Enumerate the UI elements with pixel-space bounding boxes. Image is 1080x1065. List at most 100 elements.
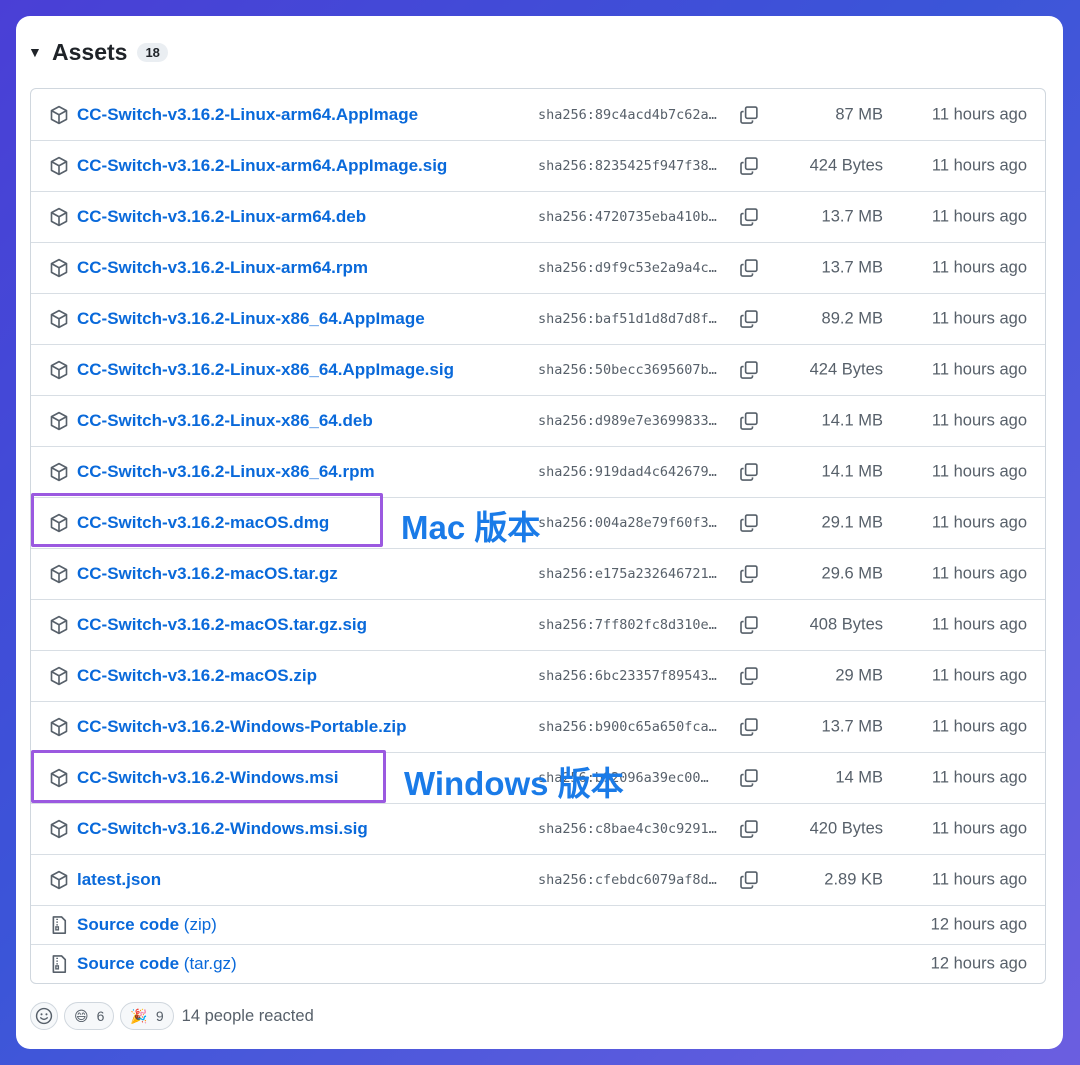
asset-timestamp: 11 hours ago: [931, 666, 1027, 685]
asset-timestamp: 11 hours ago: [931, 819, 1027, 838]
asset-sha256: sha256:c8bae4c30c9291…: [538, 821, 717, 837]
copy-icon[interactable]: [739, 207, 759, 227]
package-icon: [49, 258, 69, 278]
reaction-hooray-button[interactable]: 🎉 9: [120, 1002, 174, 1030]
asset-download-link[interactable]: CC-Switch-v3.16.2-Windows.msi.sig: [77, 819, 368, 839]
copy-icon[interactable]: [739, 870, 759, 890]
asset-size: 89.2 MB: [821, 309, 883, 328]
asset-row: CC-Switch-v3.16.2-macOS.zip sha256:6bc233…: [31, 650, 1045, 701]
source-code-link[interactable]: Source code (zip): [77, 915, 217, 935]
asset-download-link[interactable]: CC-Switch-v3.16.2-macOS.zip: [77, 666, 317, 686]
asset-download-link[interactable]: latest.json: [77, 870, 161, 890]
asset-sha256: sha256:4720735eba410b…: [538, 209, 717, 225]
asset-timestamp: 11 hours ago: [931, 207, 1027, 226]
asset-download-link[interactable]: CC-Switch-v3.16.2-Linux-x86_64.rpm: [77, 462, 375, 482]
source-code-row: Source code (zip) 12 hours ago: [31, 905, 1045, 944]
package-icon: [49, 207, 69, 227]
asset-size: 29 MB: [835, 666, 883, 685]
reaction-count: 9: [155, 1008, 164, 1024]
asset-row: CC-Switch-v3.16.2-Windows-Portable.zip sh…: [31, 701, 1045, 752]
source-code-format: (zip): [183, 915, 217, 934]
asset-sha256: sha256:89c4acd4b7c62a…: [538, 106, 717, 123]
asset-download-link[interactable]: CC-Switch-v3.16.2-Linux-arm64.AppImage: [77, 105, 418, 125]
asset-download-link[interactable]: CC-Switch-v3.16.2-Linux-arm64.AppImage.s…: [77, 156, 447, 176]
copy-icon[interactable]: [739, 411, 759, 431]
copy-icon[interactable]: [739, 615, 759, 635]
asset-row: CC-Switch-v3.16.2-macOS.tar.gz.sig sha256…: [31, 599, 1045, 650]
asset-row: CC-Switch-v3.16.2-Linux-x86_64.rpm sha256…: [31, 446, 1045, 497]
asset-size: 408 Bytes: [809, 615, 883, 634]
copy-icon[interactable]: [739, 717, 759, 737]
asset-download-link[interactable]: CC-Switch-v3.16.2-Linux-arm64.rpm: [77, 258, 368, 278]
asset-timestamp: 11 hours ago: [931, 156, 1027, 175]
asset-timestamp: 11 hours ago: [931, 411, 1027, 430]
asset-size: 29.6 MB: [821, 564, 883, 583]
copy-icon[interactable]: [739, 360, 759, 380]
asset-sha256: sha256:6bc23357f89543…: [538, 668, 717, 684]
copy-icon[interactable]: [739, 768, 759, 788]
asset-sha256: sha256:50becc3695607b…: [538, 362, 717, 378]
package-icon: [49, 309, 69, 329]
copy-icon[interactable]: [739, 309, 759, 329]
asset-timestamp: 11 hours ago: [931, 360, 1027, 379]
reaction-count: 6: [96, 1008, 105, 1024]
assets-count-badge: 18: [137, 42, 168, 62]
asset-size: 13.7 MB: [821, 258, 883, 277]
asset-row: latest.json sha256:cfebdc6079af8d… 2.89 KB…: [31, 854, 1045, 905]
asset-size: 424 Bytes: [809, 360, 883, 379]
asset-sha256: sha256:b900c65a650fca…: [538, 719, 717, 735]
asset-sha256: sha256:d9f9c53e2a9a4c…: [538, 260, 717, 276]
mac-annotation: Mac 版本: [401, 509, 541, 546]
asset-timestamp: 11 hours ago: [931, 309, 1027, 328]
assets-header[interactable]: ▼ Assets 18: [28, 38, 168, 66]
asset-size: 420 Bytes: [809, 819, 883, 838]
asset-sha256: sha256:7ff802fc8d310e…: [538, 617, 717, 633]
asset-download-link[interactable]: CC-Switch-v3.16.2-macOS.tar.gz.sig: [77, 615, 367, 635]
asset-size: 14.1 MB: [821, 411, 883, 430]
asset-download-link[interactable]: CC-Switch-v3.16.2-Linux-x86_64.AppImage.…: [77, 360, 454, 380]
asset-row: CC-Switch-v3.16.2-Linux-arm64.AppImage.s…: [31, 140, 1045, 191]
mac-highlight-box: [31, 493, 383, 547]
asset-download-link[interactable]: CC-Switch-v3.16.2-Windows-Portable.zip: [77, 717, 407, 737]
copy-icon[interactable]: [739, 666, 759, 686]
source-code-row: Source code (tar.gz) 12 hours ago: [31, 944, 1045, 983]
windows-highlight-box: [31, 750, 386, 803]
asset-row: CC-Switch-v3.16.2-macOS.tar.gz sha256:e17…: [31, 548, 1045, 599]
copy-icon[interactable]: [739, 462, 759, 482]
copy-icon[interactable]: [739, 156, 759, 176]
windows-annotation: Windows 版本: [404, 765, 624, 802]
source-timestamp: 12 hours ago: [930, 954, 1027, 973]
copy-icon[interactable]: [739, 258, 759, 278]
source-code-format: (tar.gz): [183, 954, 237, 973]
file-zip-icon: [49, 954, 69, 974]
asset-row: CC-Switch-v3.16.2-Linux-arm64.rpm sha256:…: [31, 242, 1045, 293]
asset-download-link[interactable]: CC-Switch-v3.16.2-Linux-x86_64.deb: [77, 411, 373, 431]
assets-card: ▼ Assets 18 CC-Switch-v3.16.2-Linux-arm6…: [16, 16, 1063, 1049]
asset-timestamp: 11 hours ago: [931, 513, 1027, 532]
package-icon: [49, 411, 69, 431]
source-timestamp: 12 hours ago: [930, 915, 1027, 934]
asset-row: CC-Switch-v3.16.2-Linux-x86_64.AppImage s…: [31, 293, 1045, 344]
asset-row: CC-Switch-v3.16.2-Linux-arm64.deb sha256:…: [31, 191, 1045, 242]
reaction-laugh-button[interactable]: 😄 6: [64, 1002, 115, 1030]
asset-size: 2.89 KB: [824, 870, 883, 889]
copy-icon[interactable]: [739, 819, 759, 839]
laugh-emoji-icon: 😄: [74, 1007, 89, 1024]
copy-icon[interactable]: [739, 105, 759, 125]
asset-download-link[interactable]: CC-Switch-v3.16.2-macOS.tar.gz: [77, 564, 338, 584]
copy-icon[interactable]: [739, 513, 759, 533]
file-zip-icon: [49, 915, 69, 935]
asset-sha256: sha256:baf51d1d8d7d8f…: [538, 311, 717, 327]
asset-download-link[interactable]: CC-Switch-v3.16.2-Linux-arm64.deb: [77, 207, 366, 227]
asset-size: 13.7 MB: [821, 207, 883, 226]
asset-row: CC-Switch-v3.16.2-Linux-x86_64.AppImage.…: [31, 344, 1045, 395]
add-reaction-button[interactable]: [30, 1002, 58, 1030]
smiley-icon: [35, 1007, 53, 1025]
asset-download-link[interactable]: CC-Switch-v3.16.2-Linux-x86_64.AppImage: [77, 309, 425, 329]
asset-timestamp: 11 hours ago: [931, 768, 1027, 787]
collapse-caret-icon[interactable]: ▼: [28, 44, 50, 60]
asset-timestamp: 11 hours ago: [931, 615, 1027, 634]
source-code-link[interactable]: Source code (tar.gz): [77, 954, 237, 974]
asset-timestamp: 11 hours ago: [931, 462, 1027, 481]
copy-icon[interactable]: [739, 564, 759, 584]
